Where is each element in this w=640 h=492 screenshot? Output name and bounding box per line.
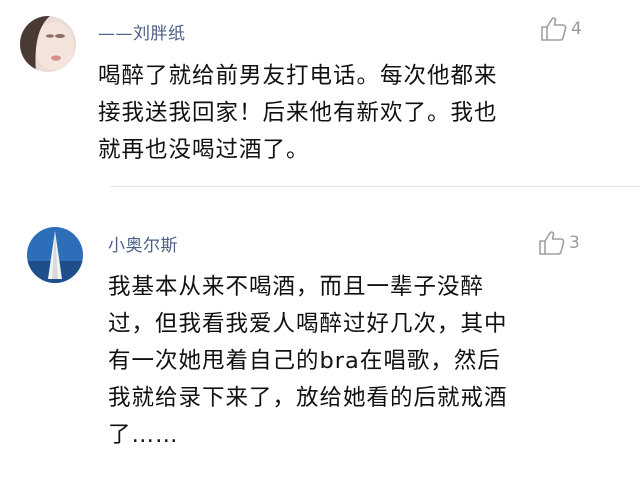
- comment-item: 小奥尔斯 3 我基本从来不喝酒，而且一辈子没醉 过，但我看我爱人喝醉过好几次，其…: [0, 187, 640, 492]
- avatar-image: [27, 227, 83, 283]
- like-button[interactable]: 3: [538, 230, 580, 256]
- like-count: 4: [571, 19, 582, 39]
- comment-username[interactable]: 小奥尔斯: [108, 231, 178, 256]
- comment-username[interactable]: ——刘胖纸: [98, 19, 186, 44]
- avatar[interactable]: [27, 227, 83, 283]
- comment-item: ——刘胖纸 4 喝醉了就给前男友打电话。每次他都来 接我送我回家！后来他有新欢了…: [0, 0, 640, 186]
- thumbs-up-icon: [539, 231, 565, 255]
- like-button[interactable]: 4: [540, 16, 582, 42]
- comment-text: 喝醉了就给前男友打电话。每次他都来 接我送我回家！后来他有新欢了。我也 就再也没…: [98, 63, 498, 163]
- avatar[interactable]: [20, 16, 76, 72]
- comment-text: 我基本从来不喝酒，而且一辈子没醉 过，但我看我爱人喝醉过好几次，其中 有一次她甩…: [108, 274, 508, 448]
- avatar-image: [20, 16, 76, 72]
- like-count: 3: [569, 233, 580, 253]
- thumbs-up-icon: [541, 17, 567, 41]
